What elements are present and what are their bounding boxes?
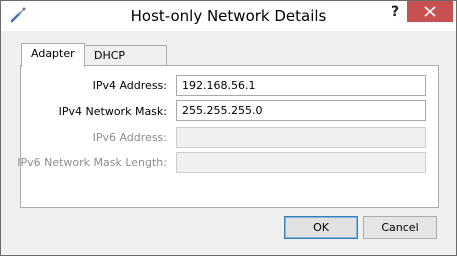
ipv4-address-input[interactable] (176, 75, 426, 96)
tab-dhcp-server[interactable]: DHCP Server (84, 45, 167, 82)
tab-adapter-label: Adapter (31, 47, 75, 60)
close-icon (424, 6, 436, 17)
ipv6-mask-length-input[interactable] (176, 152, 426, 173)
ipv6-address-input[interactable] (176, 127, 426, 148)
ipv4-mask-input[interactable] (176, 100, 426, 121)
close-button[interactable] (407, 1, 453, 22)
dialog-window: Host-only Network Details ? Adapter DHCP… (0, 0, 457, 256)
cancel-button[interactable]: Cancel (363, 216, 437, 239)
ipv6-address-label: IPv6 Address: (92, 131, 167, 144)
help-button[interactable]: ? (387, 3, 403, 23)
ipv4-address-label: IPv4 Address: (92, 79, 167, 92)
tab-adapter[interactable]: Adapter (21, 43, 85, 67)
ipv4-mask-label: IPv4 Network Mask: (58, 105, 167, 118)
title-bar[interactable]: Host-only Network Details ? (1, 1, 456, 31)
ipv6-mask-length-label: IPv6 Network Mask Length: (17, 156, 167, 169)
ok-button[interactable]: OK (284, 216, 358, 239)
